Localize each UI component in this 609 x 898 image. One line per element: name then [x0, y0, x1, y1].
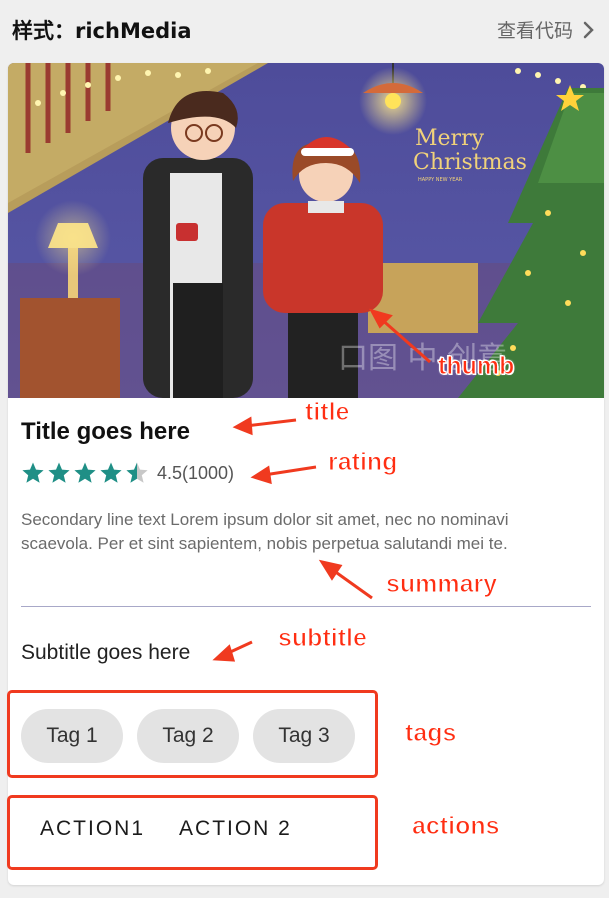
rating-text: 4.5(1000): [157, 462, 235, 483]
action-button-1[interactable]: ACTION1: [40, 817, 145, 841]
svg-text:口图 中 创意: 口图 中 创意: [338, 341, 507, 376]
top-bar: 样式：richMedia 查看代码: [0, 0, 609, 58]
tag-chip[interactable]: Tag 3: [253, 709, 355, 763]
thumb-image[interactable]: Merry Christmas HAPPY NEW YEAR 口图 中 创意: [8, 63, 604, 398]
action-button-2[interactable]: ACTION 2: [179, 817, 292, 841]
star-icon: [74, 462, 96, 483]
tag-list: Tag 1 Tag 2 Tag 3: [21, 709, 355, 763]
rating: 4.5(1000): [21, 461, 234, 485]
summary-text: Secondary line text Lorem ipsum dolor si…: [21, 510, 509, 553]
thumb-christmas-text: Christmas: [413, 150, 527, 175]
divider: [21, 606, 591, 607]
star-icon: [126, 462, 148, 483]
view-code-label: 查看代码: [496, 20, 573, 42]
card-title: Title goes here: [21, 418, 190, 445]
tag-chip[interactable]: Tag 2: [137, 709, 239, 763]
action-list: ACTION1 ACTION 2: [40, 817, 292, 841]
star-icon: [100, 462, 122, 483]
card-subtitle: Subtitle goes here: [21, 641, 191, 664]
star-icon: [48, 462, 70, 483]
thumb-merry-text: Merry: [415, 126, 485, 151]
tag-chip[interactable]: Tag 1: [21, 709, 123, 763]
page-title: 样式：richMedia: [12, 19, 192, 43]
rich-media-card: Merry Christmas HAPPY NEW YEAR 口图 中 创意 T…: [8, 63, 604, 885]
chevron-right-icon: [583, 21, 594, 38]
rating-stars: [21, 461, 149, 485]
star-icon: [22, 462, 44, 483]
view-code-link[interactable]: 查看代码: [497, 16, 595, 43]
thumb-tiny-text: HAPPY NEW YEAR: [418, 177, 463, 183]
